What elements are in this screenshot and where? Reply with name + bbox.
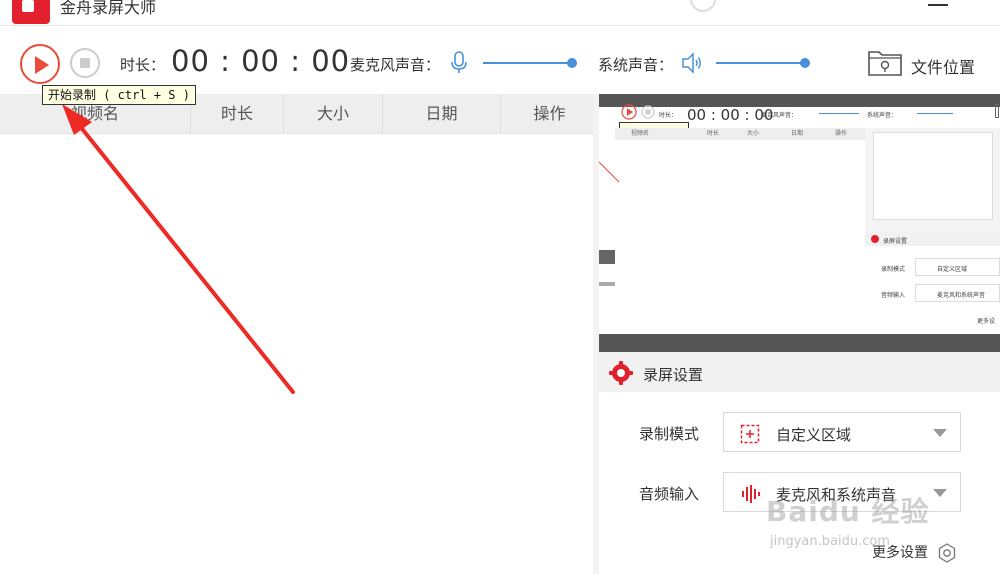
preview-mic-label: 麦克风声音：: [761, 112, 798, 119]
duration-label: 时长：: [120, 56, 166, 74]
recording-timer: 00 : 00 : 00: [171, 44, 351, 78]
system-volume-label: 系统声音：: [598, 56, 674, 74]
system-volume-slider[interactable]: [716, 58, 810, 68]
preview-nested-view: [865, 128, 1000, 232]
custom-region-icon: [740, 424, 760, 444]
folder-icon[interactable]: [866, 46, 904, 78]
account-icon[interactable]: [690, 0, 716, 12]
preview-mode-label: 录制模式: [881, 266, 906, 273]
app-window: 金舟录屏大师 时长： 00 : 00 : 00 麦克风声音： 系统声音： 文件位…: [0, 0, 1000, 574]
settings-gear-icon: [609, 361, 633, 385]
chevron-down-icon: [933, 489, 947, 497]
preview-col-size: 大小: [747, 130, 760, 137]
microphone-icon[interactable]: [450, 51, 468, 75]
preview-audio-value: 麦克风和系统声音: [937, 292, 986, 299]
file-location-button[interactable]: 文件位置: [911, 54, 975, 78]
preview-duration-label: 时长：: [659, 112, 678, 119]
play-icon: [35, 56, 49, 74]
preview-play-icon: [621, 104, 637, 120]
record-mode-label: 录制模式: [639, 425, 700, 443]
preview-col-date: 日期: [791, 130, 804, 137]
preview-col-name: 视频名: [631, 130, 650, 137]
preview-col-duration: 时长: [707, 130, 720, 137]
preview-audio-label: 音频输入: [881, 292, 906, 299]
preview-scrollbar-block: [599, 250, 615, 264]
preview-mode-value: 自定义区域: [937, 266, 968, 273]
preview-stop-icon: [641, 105, 655, 119]
video-list: [0, 134, 598, 574]
settings-header: 录屏设置: [599, 352, 1000, 392]
preview-settings-panel: 录屏设置 录制模式 自定义区域 音频输入 麦克风和系统声音 更多设: [865, 232, 1000, 334]
preview-settings-title: 录屏设置: [883, 238, 908, 245]
record-mode-select[interactable]: 自定义区域: [723, 412, 961, 452]
preview-folder-icon: [995, 104, 999, 118]
baidu-watermark: Baidu 经验: [766, 495, 930, 528]
app-logo: [12, 0, 50, 24]
record-mode-value: 自定义区域: [776, 426, 852, 444]
chevron-down-icon: [933, 429, 947, 437]
system-volume-knob[interactable]: [800, 58, 810, 68]
preview-more-settings: 更多设: [977, 318, 996, 325]
menu-icon[interactable]: [928, 4, 948, 6]
title-bar: 金舟录屏大师: [0, 0, 1000, 26]
preview-col-actions: 操作: [835, 130, 848, 137]
audio-input-label: 音频输入: [639, 485, 700, 503]
start-record-tooltip: 开始录制 ( ctrl + S ): [42, 85, 196, 105]
mic-volume-slider[interactable]: [483, 58, 577, 68]
speaker-icon[interactable]: [680, 51, 704, 75]
preview-arrow: [599, 161, 620, 183]
preview-screenshot: 时长： 00 : 00 : 00 麦克风声音： 系统声音： 视频名 时长 大小 …: [599, 94, 1000, 352]
more-settings-gear-icon[interactable]: [937, 543, 957, 563]
preview-top-bar: [599, 94, 1000, 107]
preview-system-slider: [917, 113, 953, 114]
stop-record-button[interactable]: [70, 48, 100, 78]
preview-system-label: 系统声音：: [867, 112, 898, 119]
preview-gear-icon: [871, 235, 879, 243]
settings-title: 录屏设置: [643, 366, 704, 384]
column-actions[interactable]: 操作: [501, 94, 598, 134]
mic-volume-label: 麦克风声音：: [350, 56, 441, 74]
preview-mic-slider: [819, 113, 859, 114]
audio-wave-icon: [742, 485, 760, 503]
column-duration[interactable]: 时长: [191, 94, 284, 134]
column-size[interactable]: 大小: [284, 94, 383, 134]
app-title: 金舟录屏大师: [60, 0, 157, 17]
mic-volume-knob[interactable]: [567, 58, 577, 68]
preview-scrollbar-mark: [599, 282, 615, 286]
preview-bottom-bar: [599, 334, 1000, 352]
preview-table-header: 视频名 时长 大小 日期 操作: [615, 128, 865, 140]
start-record-button[interactable]: [20, 44, 60, 84]
column-date[interactable]: 日期: [383, 94, 501, 134]
baidu-watermark-url: jingyan.baidu.com: [770, 534, 890, 549]
